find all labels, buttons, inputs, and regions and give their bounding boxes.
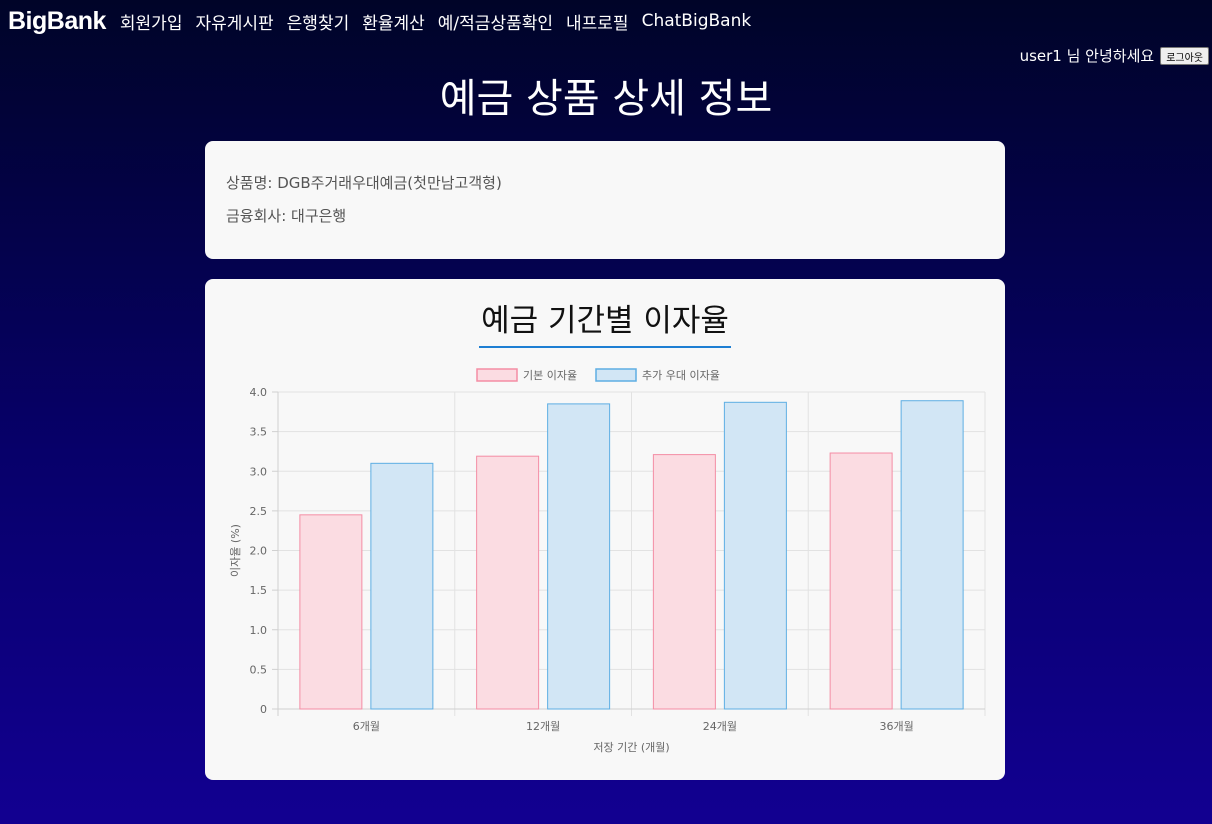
bar-bonus-1 — [547, 403, 611, 710]
product-name: 상품명: DGB주거래우대예금(첫만남고객형) — [226, 174, 502, 192]
bar-base-0 — [299, 514, 363, 710]
y-tick-label: 0 — [260, 703, 267, 716]
x-tick-label: 36개월 — [880, 720, 914, 733]
y-tick-label: 4.0 — [250, 386, 268, 399]
y-tick-label: 3.0 — [250, 465, 268, 478]
legend-label-1: 추가 우대 이자율 — [642, 369, 720, 382]
x-tick-label: 6개월 — [353, 720, 380, 733]
bar-bonus-0 — [370, 462, 434, 710]
top-nav: BigBank 회원가입 자유게시판 은행찾기 환율계산 예/적금상품확인 내프… — [0, 0, 764, 42]
product-company: 금융회사: 대구은행 — [226, 207, 347, 225]
bar-bonus-3 — [900, 400, 964, 710]
y-tick-label: 1.0 — [250, 624, 268, 637]
nav-free-board[interactable]: 자유게시판 — [195, 9, 273, 34]
user-bar: user1 님 안녕하세요 로그아웃 — [1020, 45, 1209, 66]
nav-chatbigbank[interactable]: ChatBigBank — [642, 11, 752, 31]
legend-swatch-1 — [595, 368, 637, 382]
nav-exchange-calc[interactable]: 환율계산 — [362, 9, 425, 34]
bar-base-2 — [652, 454, 716, 710]
chart-card: 예금 기간별 이자율 0 0.5 1.0 1.5 2.0 2.5 3.0 3.5 4.0 6개월 1… — [205, 279, 1005, 780]
y-axis-title: 이자율 (%) — [229, 524, 242, 577]
bar-bonus-2 — [723, 401, 787, 710]
y-tick-label: 3.5 — [250, 426, 268, 439]
y-tick-label: 0.5 — [250, 663, 268, 676]
nav-my-profile[interactable]: 내프로필 — [566, 9, 629, 34]
y-tick-label: 2.0 — [250, 545, 268, 558]
bar-base-3 — [829, 452, 893, 710]
logout-button[interactable]: 로그아웃 — [1160, 46, 1209, 65]
x-tick-label: 12개월 — [526, 720, 560, 733]
page-title: 예금 상품 상세 정보 — [439, 76, 773, 122]
interest-rate-chart: 0 0.5 1.0 1.5 2.0 2.5 3.0 3.5 4.0 6개월 12개월 24개월 36개월… — [229, 368, 986, 754]
bar-base-1 — [476, 455, 540, 710]
x-axis-title: 저장 기간 (개월) — [593, 741, 669, 754]
nav-deposit-products[interactable]: 예/적금상품확인 — [438, 9, 553, 34]
logo[interactable]: BigBank — [8, 7, 106, 36]
legend-label-0: 기본 이자율 — [523, 369, 577, 382]
y-tick-label: 1.5 — [250, 584, 268, 597]
legend-swatch-0 — [476, 368, 518, 382]
user-greeting: user1 님 안녕하세요 — [1019, 47, 1155, 65]
x-tick-label: 24개월 — [703, 720, 737, 733]
product-info-card: 상품명: DGB주거래우대예금(첫만남고객형) 금융회사: 대구은행 — [205, 141, 1005, 259]
nav-find-bank[interactable]: 은행찾기 — [287, 9, 350, 34]
y-tick-label: 2.5 — [250, 505, 268, 518]
nav-signup[interactable]: 회원가입 — [120, 9, 183, 34]
